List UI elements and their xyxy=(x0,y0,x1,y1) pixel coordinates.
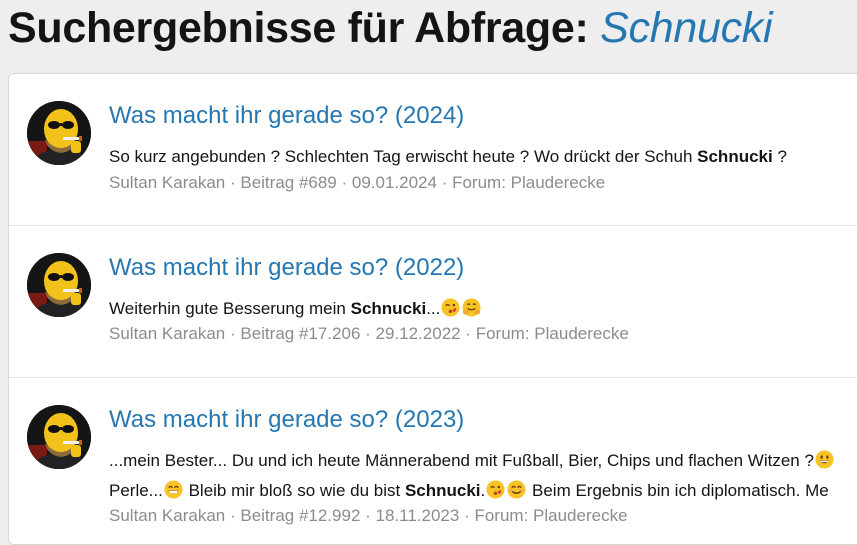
result-title-link[interactable]: Was macht ihr gerade so? (2023) xyxy=(109,406,464,434)
forum-label: Forum: xyxy=(452,173,506,192)
snippet-text: Weiterhin gute Besserung mein xyxy=(109,299,351,318)
avatar[interactable] xyxy=(27,405,91,469)
result-title-link[interactable]: Was macht ihr gerade so? (2022) xyxy=(109,254,464,282)
result-snippet: So kurz angebunden ? Schlechten Tag erwi… xyxy=(109,142,857,172)
grinning-face-emoji-icon xyxy=(815,450,834,469)
result-snippet: ...mein Bester... Du und ich heute Männe… xyxy=(109,446,857,506)
smiling-face-emoji-icon xyxy=(507,480,526,499)
snippet-text: ... xyxy=(426,299,441,318)
avatar[interactable] xyxy=(27,101,91,165)
snippet-text: Perle... xyxy=(109,481,163,500)
post-number-link[interactable]: Beitrag #17.206 xyxy=(240,324,360,343)
forum-link[interactable]: Plauderecke xyxy=(534,324,629,343)
snippet-text: Beim Ergebnis bin ich diplomatisch. Me xyxy=(527,481,829,500)
result-snippet: Weiterhin gute Besserung mein Schnucki..… xyxy=(109,294,857,324)
search-result-item: Was macht ihr gerade so? (2023) ...mein … xyxy=(9,378,857,544)
search-result-item: Was macht ihr gerade so? (2024) So kurz … xyxy=(9,74,857,226)
post-date: 18.11.2023 xyxy=(375,506,460,525)
highlighted-term: Schnucki xyxy=(350,299,427,318)
result-title-link[interactable]: Was macht ihr gerade so? (2024) xyxy=(109,102,464,130)
result-meta: Sultan Karakan · Beitrag #12.992 · 18.11… xyxy=(109,506,628,526)
author-link[interactable]: Sultan Karakan xyxy=(109,324,225,343)
search-results-list: Was macht ihr gerade so? (2024) So kurz … xyxy=(8,73,857,545)
homer-avatar-icon xyxy=(27,405,91,469)
author-link[interactable]: Sultan Karakan xyxy=(109,506,225,525)
forum-link[interactable]: Plauderecke xyxy=(533,506,628,525)
post-date: 29.12.2022 xyxy=(375,324,461,343)
post-date: 09.01.2024 xyxy=(351,173,437,192)
result-meta: Sultan Karakan · Beitrag #17.206 · 29.12… xyxy=(109,324,629,344)
separator: · xyxy=(459,506,475,525)
page-title-prefix: Suchergebnisse für Abfrage: xyxy=(8,4,589,52)
separator: · xyxy=(360,506,376,525)
snippet-text: . xyxy=(480,481,486,500)
search-query: Schnucki xyxy=(600,4,773,52)
forum-label: Forum: xyxy=(475,324,530,343)
search-result-item: Was macht ihr gerade so? (2022) Weiterhi… xyxy=(9,226,857,378)
snippet-text: So kurz angebunden ? Schlechten Tag erwi… xyxy=(109,147,698,166)
snippet-text: ...mein Bester... Du und ich heute Männe… xyxy=(109,451,814,470)
separator: · xyxy=(225,324,241,343)
homer-avatar-icon xyxy=(27,101,91,165)
separator: · xyxy=(460,324,476,343)
forum-label: Forum: xyxy=(474,506,529,525)
kissing-face-emoji-icon xyxy=(441,298,460,317)
snippet-line: ...mein Bester... Du und ich heute Männe… xyxy=(109,446,857,476)
result-meta: Sultan Karakan · Beitrag #689 · 09.01.20… xyxy=(109,173,605,193)
page-title: Suchergebnisse für Abfrage: Schnucki xyxy=(8,4,773,53)
hugging-face-emoji-icon xyxy=(462,298,481,317)
avatar[interactable] xyxy=(27,253,91,317)
author-link[interactable]: Sultan Karakan xyxy=(109,173,225,192)
kissing-face-emoji-icon xyxy=(486,480,505,499)
snippet-line: Perle... Bleib mir bloß so wie du bist S… xyxy=(109,476,857,506)
highlighted-term: Schnucki xyxy=(697,147,773,166)
post-number-link[interactable]: Beitrag #689 xyxy=(240,173,336,192)
snippet-text: ? xyxy=(772,147,787,166)
separator: · xyxy=(225,173,241,192)
separator: · xyxy=(436,173,453,192)
forum-link[interactable]: Plauderecke xyxy=(511,173,606,192)
beaming-face-emoji-icon xyxy=(164,480,183,499)
snippet-text: Bleib mir bloß so wie du bist xyxy=(183,481,405,500)
separator: · xyxy=(336,173,352,192)
separator: · xyxy=(360,324,376,343)
post-number-link[interactable]: Beitrag #12.992 xyxy=(240,506,360,525)
highlighted-term: Schnucki xyxy=(404,481,481,500)
separator: · xyxy=(225,506,241,525)
homer-avatar-icon xyxy=(27,253,91,317)
